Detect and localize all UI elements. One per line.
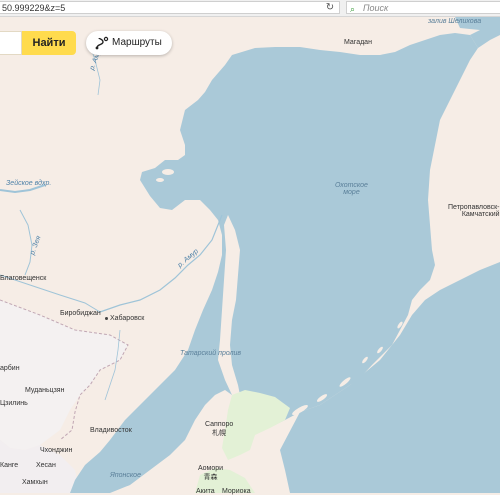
city-aomori[interactable]: Аомори 青森: [198, 465, 223, 482]
japan-sea-label: Японское: [110, 472, 141, 479]
routes-button[interactable]: Маршруты: [86, 31, 172, 55]
city-hamhung[interactable]: Хамхын: [22, 479, 48, 486]
route-icon: [95, 36, 109, 60]
city-harbin[interactable]: арбин: [0, 365, 20, 372]
city-petropavlovsk[interactable]: Петропавловск- Камчатский: [448, 204, 500, 218]
reload-icon[interactable]: ↻: [324, 2, 336, 14]
yandex-search-icon[interactable]: ⌕: [350, 3, 355, 15]
city-blagoveshchensk[interactable]: Благовещенск: [0, 275, 46, 282]
map-canvas[interactable]: Охотское море Татарский пролив залив Шел…: [0, 17, 500, 495]
address-text[interactable]: 50.999229&z=5: [2, 3, 65, 13]
city-khabarovsk[interactable]: Хабаровск: [105, 315, 144, 322]
browser-toolbar: 50.999229&z=5 ↻ ⌕ Поиск: [0, 0, 500, 17]
city-birobidzhan[interactable]: Биробиджан: [60, 310, 101, 317]
map-svg[interactable]: [0, 17, 500, 493]
city-morioka[interactable]: Мориока: [222, 488, 251, 495]
zeya-reservoir-label: Зейское вдхр.: [6, 180, 52, 187]
map-search-input[interactable]: [0, 31, 22, 55]
okhotsk-sea-label: Охотское море: [335, 182, 368, 196]
search-placeholder: Поиск: [363, 3, 389, 13]
city-akita[interactable]: Акита: [196, 488, 215, 495]
routes-label: Маршруты: [112, 37, 162, 48]
city-kange[interactable]: Канге: [0, 462, 18, 469]
city-mudanjiang[interactable]: Муданьцзян: [25, 387, 64, 394]
shelikhov-gulf-label: залив Шелихова: [428, 18, 482, 25]
address-bar[interactable]: 50.999229&z=5: [0, 1, 340, 14]
city-dot: [105, 316, 108, 320]
city-hesan[interactable]: Хесан: [36, 462, 56, 469]
city-jilin[interactable]: Цзилинь: [0, 400, 28, 407]
city-chongjin[interactable]: Чхонджин: [40, 447, 72, 454]
city-sapporo[interactable]: Саппоро 札幌: [205, 421, 233, 438]
city-vladivostok[interactable]: Владивосток: [90, 427, 132, 434]
browser-search-input[interactable]: ⌕ Поиск: [346, 1, 500, 14]
city-magadan[interactable]: Магадан: [344, 39, 372, 46]
tatar-strait-label: Татарский пролив: [180, 350, 242, 357]
find-button[interactable]: Найти: [22, 31, 76, 55]
